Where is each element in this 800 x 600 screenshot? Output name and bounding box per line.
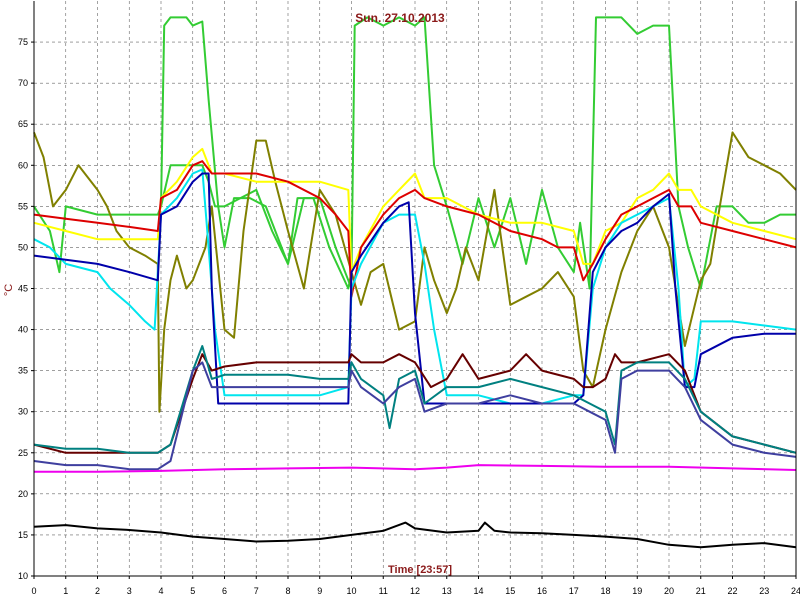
y-tick-label: 70 bbox=[18, 78, 28, 88]
y-tick-label: 65 bbox=[18, 119, 28, 129]
x-tick-label: 7 bbox=[254, 586, 259, 596]
y-tick-label: 45 bbox=[18, 284, 28, 294]
y-tick-label: 75 bbox=[18, 37, 28, 47]
x-tick-labels: 0 1 2 3 4 5 6 7 8 9 10 11 12 13 14 15 16 17 18 19 20 21 22 23 24 bbox=[31, 576, 800, 596]
chart-title: Sun. 27.10.2013 bbox=[355, 11, 445, 25]
x-tick-label: 2 bbox=[95, 586, 100, 596]
x-tick-label: 21 bbox=[696, 586, 706, 596]
y-tick-label: 40 bbox=[18, 325, 28, 335]
y-tick-label: 25 bbox=[18, 448, 28, 458]
x-tick-label: 13 bbox=[442, 586, 452, 596]
x-tick-label: 11 bbox=[379, 586, 388, 596]
x-tick-label: 20 bbox=[664, 586, 674, 596]
y-tick-label: 15 bbox=[18, 530, 28, 540]
y-tick-label: 50 bbox=[18, 242, 28, 252]
x-tick-label: 19 bbox=[632, 586, 642, 596]
x-tick-label: 22 bbox=[727, 586, 737, 596]
x-tick-label: 1 bbox=[63, 586, 68, 596]
y-tick-label: 55 bbox=[18, 201, 28, 211]
x-tick-label: 18 bbox=[600, 586, 610, 596]
x-tick-label: 4 bbox=[158, 586, 163, 596]
y-axis-label: °C bbox=[3, 284, 15, 296]
x-tick-label: 17 bbox=[569, 586, 579, 596]
x-tick-label: 3 bbox=[127, 586, 132, 596]
y-tick-label: 30 bbox=[18, 407, 28, 417]
y-tick-label: 60 bbox=[18, 160, 28, 170]
chart-stage: 10 15 20 25 30 35 40 45 50 55 60 65 70 75 01234567891… bbox=[0, 0, 800, 600]
x-tick-label: 12 bbox=[410, 586, 420, 596]
x-tick-label: 0 bbox=[31, 586, 36, 596]
x-tick-label: 10 bbox=[346, 586, 356, 596]
x-tick-label: 5 bbox=[190, 586, 195, 596]
x-tick-label: 14 bbox=[473, 586, 483, 596]
x-tick-label: 6 bbox=[222, 586, 227, 596]
line-chart: 1015202530354045505560657075 01234567891… bbox=[3, 1, 800, 596]
x-tick-label: 9 bbox=[317, 586, 322, 596]
x-tick-label: 16 bbox=[537, 586, 547, 596]
x-tick-label: 15 bbox=[505, 586, 515, 596]
y-tick-label: 20 bbox=[18, 489, 28, 499]
x-tick-label: 23 bbox=[759, 586, 769, 596]
x-axis-label: Time [23:57] bbox=[388, 564, 452, 576]
x-tick-label: 8 bbox=[285, 586, 290, 596]
y-tick-label: 35 bbox=[18, 366, 28, 376]
y-tick-label: 10 bbox=[18, 571, 28, 581]
y-tick-labels: 10 15 20 25 30 35 40 45 50 55 60 65 70 75 bbox=[18, 37, 34, 581]
x-tick-label: 24 bbox=[791, 586, 800, 596]
